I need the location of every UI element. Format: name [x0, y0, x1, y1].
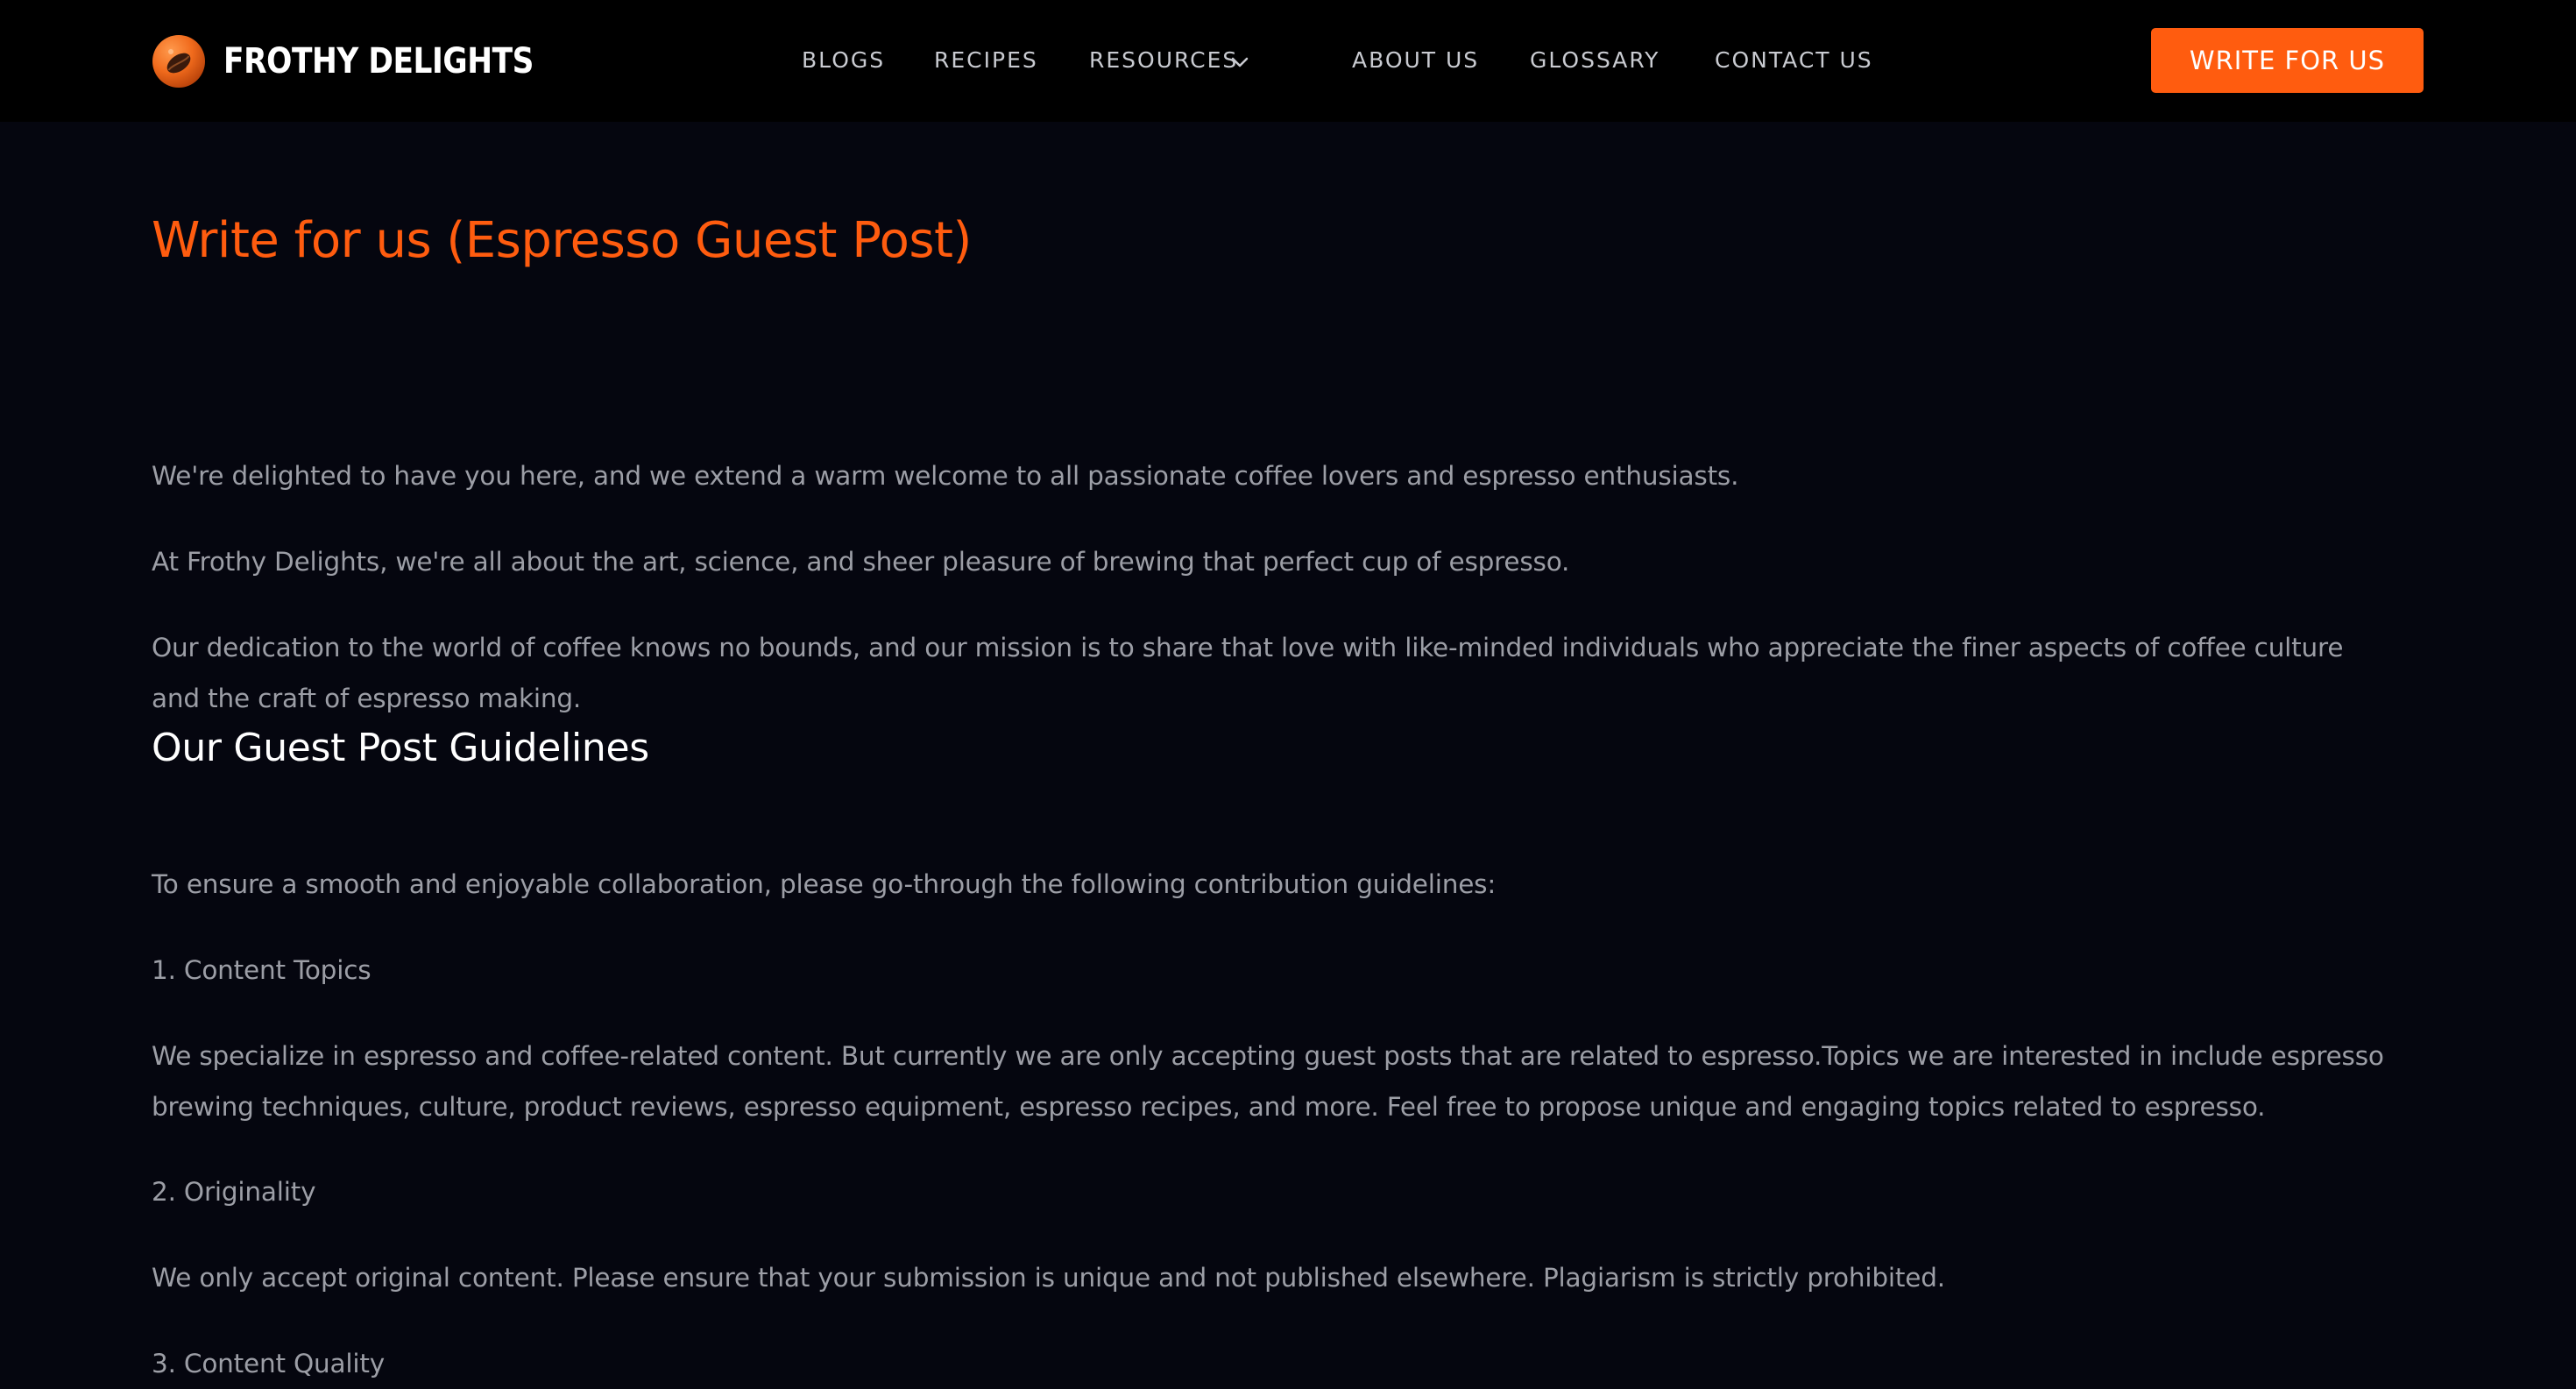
coffee-bean-icon: [152, 35, 205, 88]
intro-paragraph-1: We're delighted to have you here, and we…: [152, 461, 1739, 491]
brand-logo-link[interactable]: FROTHY DELIGHTS: [152, 34, 584, 89]
intro-paragraph-3: Our dedication to the world of coffee kn…: [152, 633, 2344, 713]
intro-paragraph-2: At Frothy Delights, we're all about the …: [152, 547, 1570, 577]
nav-item-contact-us[interactable]: CONTACT US: [1715, 46, 1873, 75]
nav-item-glossary[interactable]: GLOSSARY: [1530, 46, 1660, 75]
main-content: Write for us (Espresso Guest Post) We're…: [0, 122, 2576, 1378]
guideline-heading-content-quality: 3. Content Quality: [152, 1349, 386, 1378]
write-for-us-button[interactable]: WRITE FOR US: [2151, 28, 2424, 93]
guideline-body-originality: We only accept original content. Please …: [152, 1263, 1945, 1293]
guideline-heading-content-topics: 1. Content Topics: [152, 955, 372, 985]
brand-name: FROTHY DELIGHTS: [223, 41, 534, 81]
guideline-body-content-topics: We specialize in espresso and coffee-rel…: [152, 1041, 2384, 1122]
chevron-down-icon[interactable]: [1227, 49, 1253, 75]
nav-item-resources[interactable]: RESOURCES: [1089, 46, 1238, 75]
guidelines-intro: To ensure a smooth and enjoyable collabo…: [152, 869, 1497, 899]
nav-item-blogs[interactable]: BLOGS: [802, 46, 885, 75]
page-title: Write for us (Espresso Guest Post): [152, 212, 972, 269]
site-header: FROTHY DELIGHTS BLOGS RECIPES RESOURCES …: [0, 0, 2576, 122]
guideline-heading-originality: 2. Originality: [152, 1177, 316, 1207]
nav-item-recipes[interactable]: RECIPES: [934, 46, 1038, 75]
section-title: Our Guest Post Guidelines: [152, 726, 649, 770]
nav-item-about-us[interactable]: ABOUT US: [1352, 46, 1479, 75]
